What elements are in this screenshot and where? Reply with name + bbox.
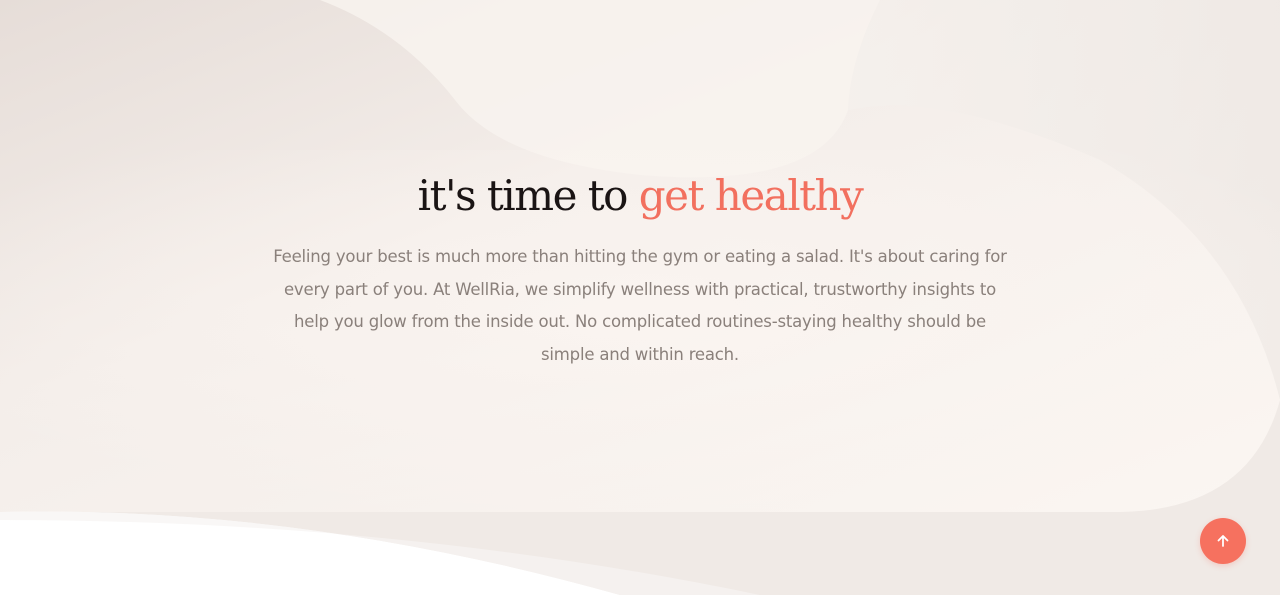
hero-section: it's time to get healthy Feeling your be…: [0, 0, 1280, 595]
arrow-up-icon: [1215, 533, 1231, 549]
hero-description: Feeling your best is much more than hitt…: [273, 247, 1007, 364]
hero-heading-accent: get healthy: [638, 171, 864, 220]
hero-heading-main: it's time to: [417, 171, 639, 220]
hero-heading: it's time to get healthy: [0, 168, 1280, 224]
scroll-to-top-button[interactable]: [1200, 518, 1246, 564]
